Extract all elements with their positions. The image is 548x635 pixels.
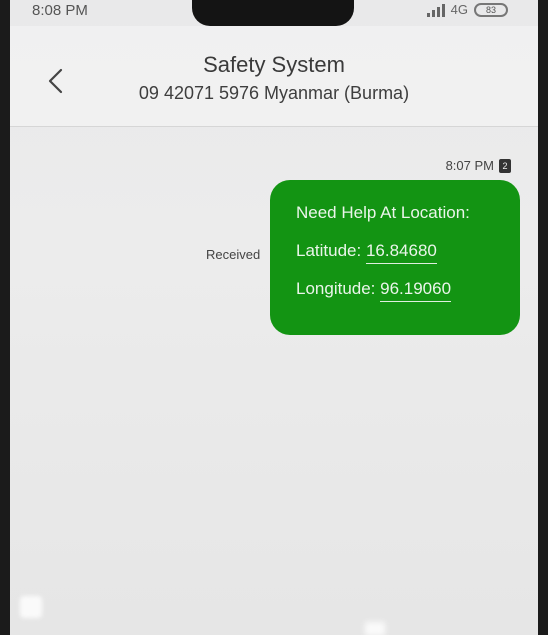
screen-glare [20, 596, 42, 618]
message-time: 8:07 PM [445, 158, 494, 173]
message-timestamp-row: 8:07 PM 2 [446, 158, 511, 173]
battery-icon: 83 [474, 2, 508, 17]
message-line-longitude: Longitude: 96.19060 [296, 278, 520, 316]
latitude-label: Latitude: [296, 241, 366, 260]
message-line-heading: Need Help At Location: [296, 203, 470, 222]
phone-screen: 8:08 PM 4G 83 Safety System 09 42071 597… [10, 0, 538, 635]
message-status: Received [206, 247, 261, 262]
contact-name: Safety System [203, 52, 345, 77]
camera-notch [192, 0, 354, 26]
longitude-link[interactable]: 96.19060 [380, 278, 452, 302]
network-type: 4G [450, 2, 468, 17]
status-bar: 8:08 PM 4G 83 [10, 0, 538, 26]
message-line-latitude: Latitude: 16.84680 [296, 240, 520, 278]
signal-icon [426, 3, 445, 17]
conversation-header: Safety System 09 42071 5976 Myanmar (Bur… [10, 26, 538, 127]
message-bubble[interactable]: Need Help At Location: Latitude: 16.8468… [270, 180, 520, 335]
contact-number: 09 42071 5976 Myanmar (Burma) [138, 83, 410, 103]
longitude-label: Longitude: [296, 279, 381, 298]
status-indicators: 4G 83 [426, 2, 508, 17]
screen-glare [365, 622, 385, 635]
battery-level: 83 [485, 4, 496, 15]
status-time: 8:08 PM [32, 2, 88, 19]
latitude-link[interactable]: 16.84680 [365, 240, 437, 264]
sim-badge-icon: 2 [499, 158, 511, 173]
